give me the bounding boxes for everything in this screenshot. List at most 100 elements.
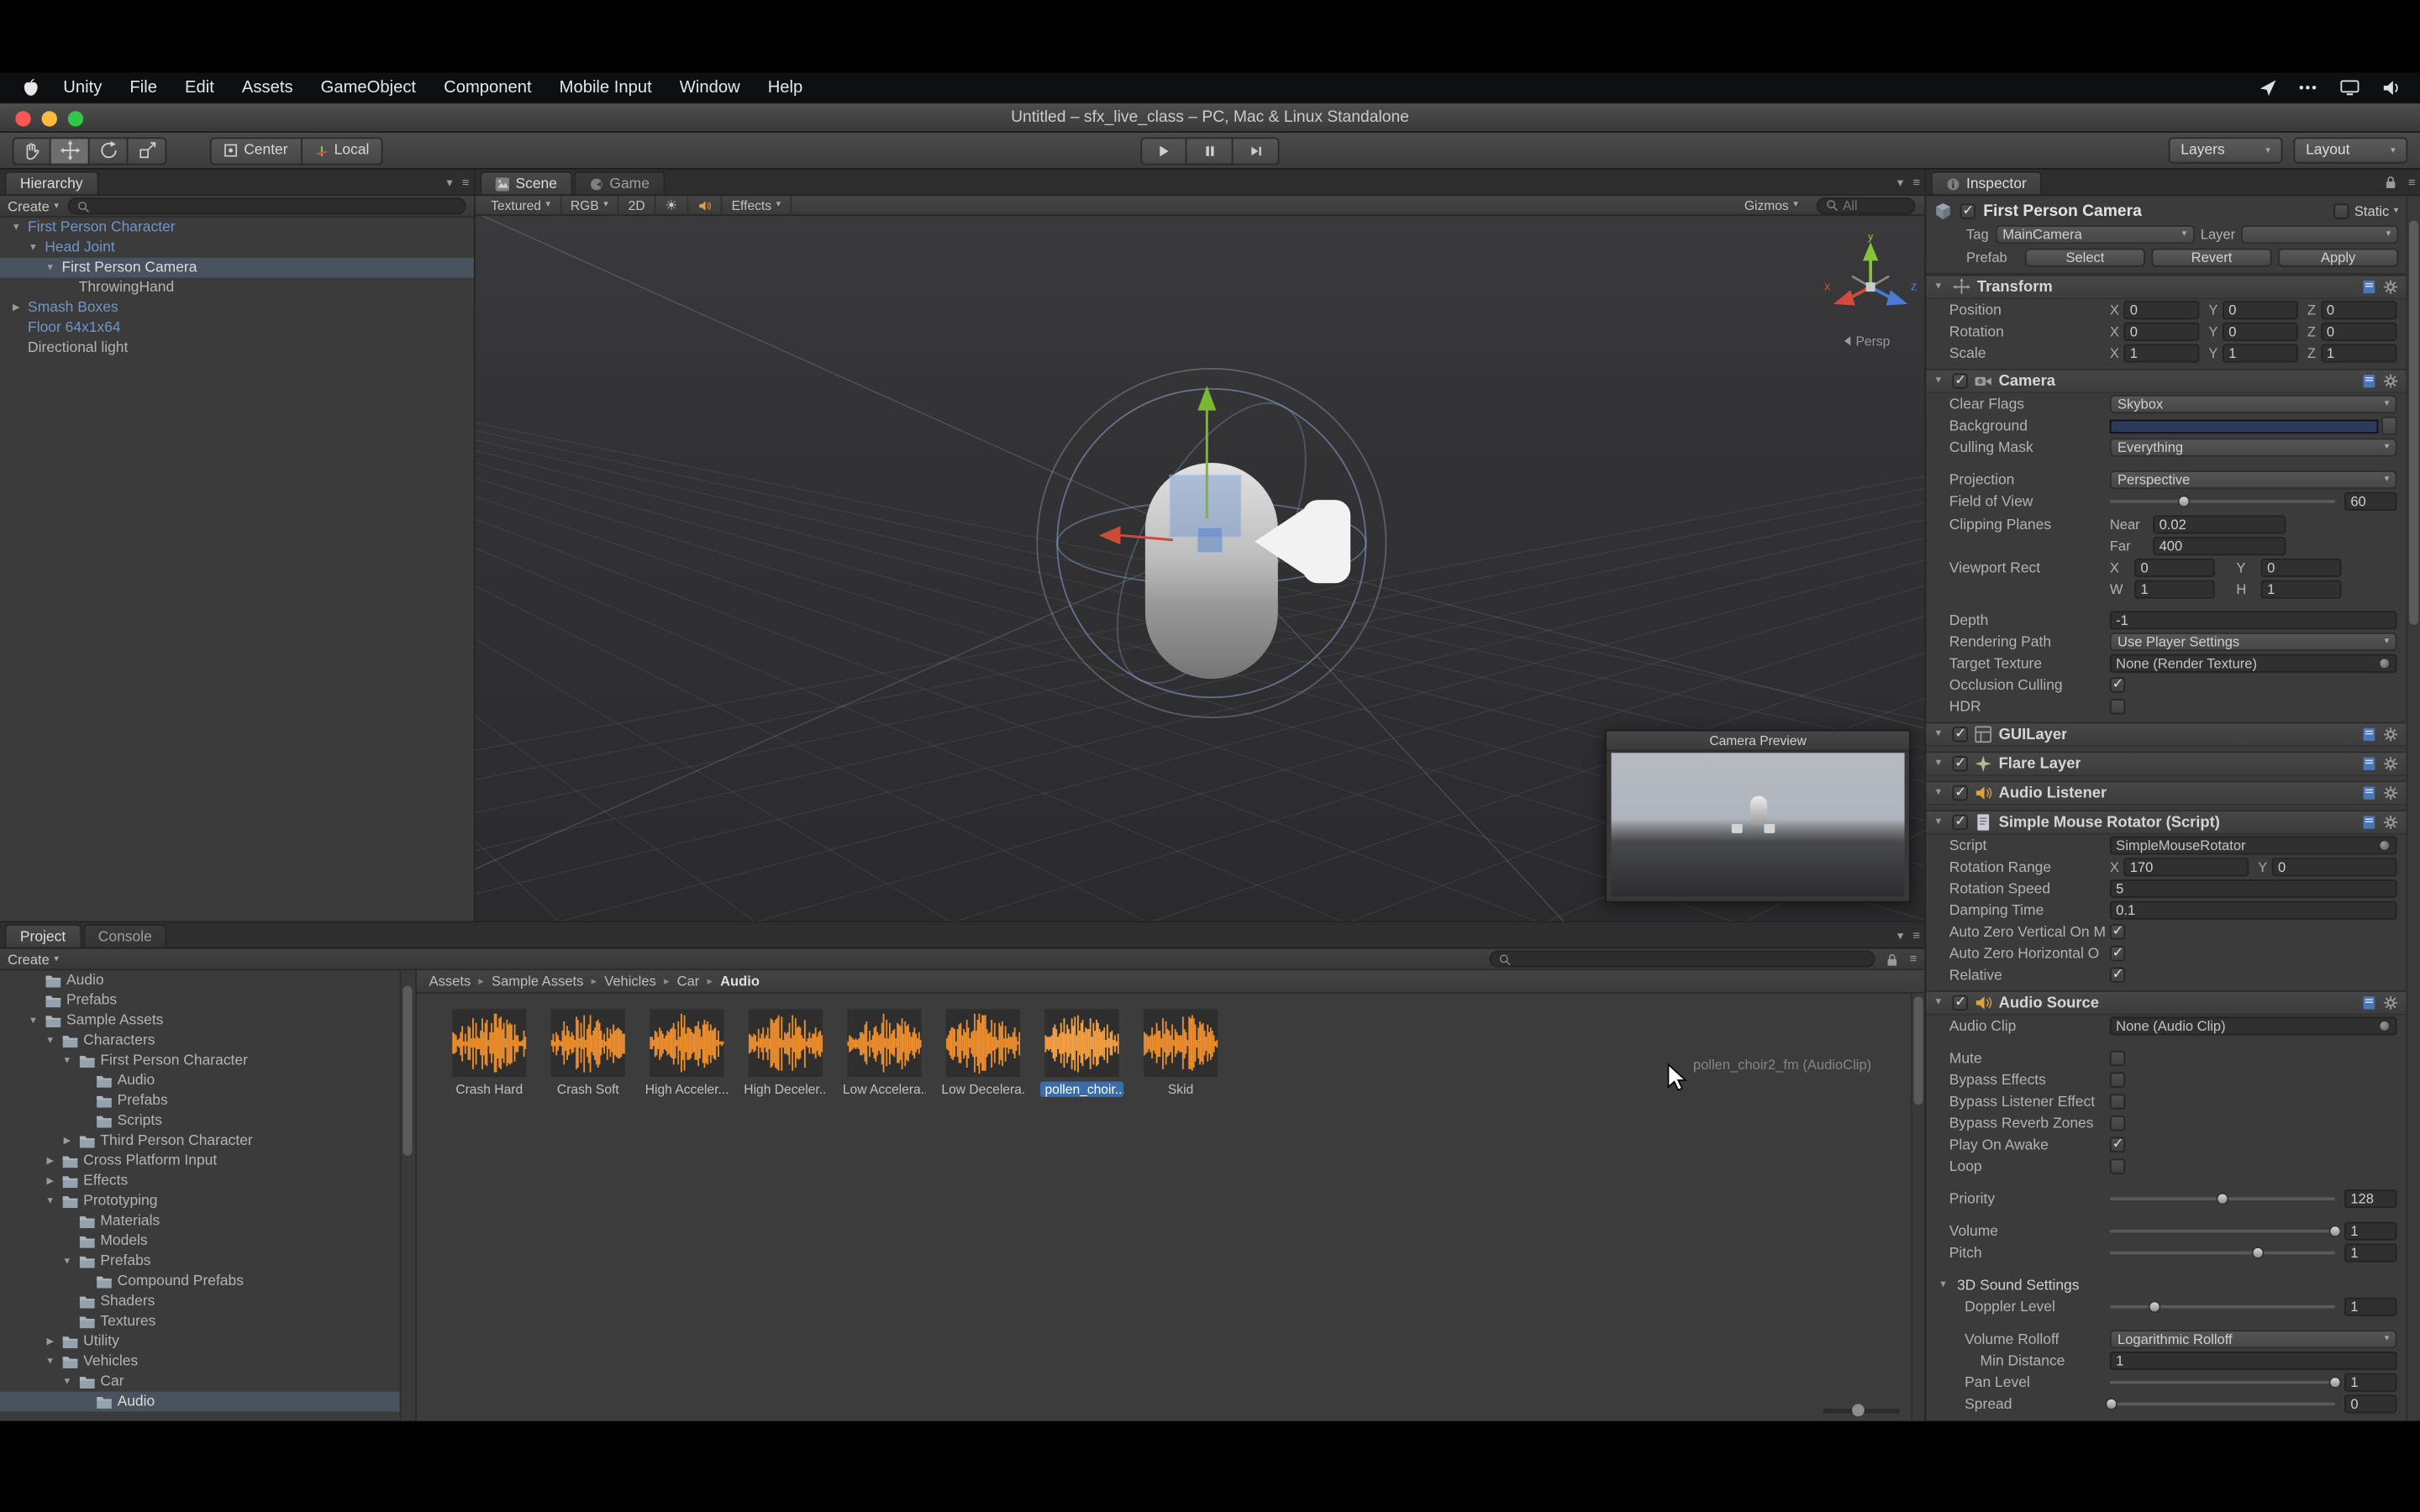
- step-button[interactable]: [1234, 137, 1280, 165]
- project-folder[interactable]: ▶Effects: [0, 1171, 400, 1191]
- prefab-select-button[interactable]: Select: [2025, 249, 2145, 267]
- foldout-open-icon[interactable]: ▼: [1939, 1280, 1951, 1289]
- zoom-window-button[interactable]: [68, 111, 83, 126]
- project-search-input[interactable]: [1490, 950, 1876, 967]
- gear-icon[interactable]: [2383, 727, 2398, 742]
- project-folder[interactable]: ▼First Person Character: [0, 1051, 400, 1071]
- project-folder[interactable]: Prefabs: [0, 990, 400, 1011]
- checkbox[interactable]: [1952, 785, 1967, 801]
- scene-orientation-gizmo[interactable]: y x z: [1821, 234, 1920, 333]
- active-checkbox[interactable]: [1960, 203, 1975, 218]
- checkbox[interactable]: [1952, 756, 1967, 771]
- slider-knob[interactable]: [2217, 1193, 2229, 1205]
- menu-item[interactable]: Assets: [228, 79, 307, 97]
- asset-item[interactable]: pollen_choir...: [1044, 1009, 1121, 1097]
- move-tool-button[interactable]: [51, 137, 90, 165]
- menu-item[interactable]: File: [116, 79, 171, 97]
- property-dropdown[interactable]: Logarithmic Rolloff▾: [2110, 1330, 2397, 1348]
- x-axis-cone[interactable]: [1833, 290, 1855, 305]
- static-dropdown[interactable]: Static ▾: [2334, 203, 2398, 218]
- breadcrumb-item[interactable]: Car: [677, 974, 700, 989]
- scrollbar-thumb[interactable]: [2409, 221, 2418, 625]
- value-field[interactable]: 1: [2344, 1298, 2396, 1316]
- foldout-open-icon[interactable]: ▼: [60, 1257, 75, 1266]
- gear-icon[interactable]: [2383, 279, 2398, 294]
- project-folder[interactable]: Textures: [0, 1311, 400, 1331]
- project-folder[interactable]: Shaders: [0, 1291, 400, 1311]
- ellipsis-icon[interactable]: •••: [2299, 81, 2318, 96]
- hierarchy-item[interactable]: Floor 64x1x64: [0, 318, 474, 338]
- foldout-open-icon[interactable]: ▼: [60, 1377, 75, 1386]
- move-gizmo-center-handle[interactable]: [1197, 528, 1222, 552]
- help-icon[interactable]: [2361, 727, 2376, 742]
- checkbox[interactable]: [2110, 1137, 2125, 1152]
- foldout-open-icon[interactable]: ▼: [26, 243, 40, 252]
- tab-scene[interactable]: Scene: [480, 171, 572, 195]
- checkbox[interactable]: [2110, 1116, 2125, 1131]
- checkbox[interactable]: [2110, 677, 2125, 692]
- value-field[interactable]: 0: [2261, 558, 2342, 576]
- move-gizmo-x-arrow[interactable]: [1099, 526, 1121, 544]
- asset-item[interactable]: Low Accelera...: [846, 1009, 923, 1097]
- value-field[interactable]: 0: [2123, 323, 2199, 341]
- checkbox[interactable]: [2110, 968, 2125, 983]
- lock-icon[interactable]: [1885, 951, 1900, 966]
- value-field[interactable]: 1: [2223, 344, 2298, 363]
- tab-game[interactable]: Game: [574, 171, 665, 195]
- projection-mode-toggle[interactable]: Persp: [1812, 333, 1923, 349]
- panel-menu-icon[interactable]: ≡: [462, 176, 470, 190]
- thumbnail-size-slider[interactable]: [1823, 1409, 1900, 1414]
- slider-knob[interactable]: [2106, 1398, 2118, 1410]
- project-folder[interactable]: Models: [0, 1231, 400, 1252]
- component-header[interactable]: ▼Simple Mouse Rotator (Script): [1926, 811, 2406, 835]
- value-field[interactable]: 0: [2344, 1394, 2396, 1413]
- project-folder[interactable]: Scripts: [0, 1110, 400, 1131]
- slider-knob[interactable]: [2329, 1376, 2342, 1389]
- prefab-revert-button[interactable]: Revert: [2151, 249, 2271, 267]
- object-field[interactable]: SimpleMouseRotator: [2110, 837, 2397, 855]
- foldout-open-icon[interactable]: ▼: [43, 1196, 57, 1205]
- foldout-open-icon[interactable]: ▼: [1933, 789, 1946, 798]
- breadcrumb-item[interactable]: Assets: [429, 974, 471, 989]
- foldout-open-icon[interactable]: ▼: [1933, 998, 1946, 1007]
- value-field[interactable]: 0.1: [2110, 901, 2397, 920]
- layers-dropdown[interactable]: Layers▾: [2169, 137, 2283, 163]
- chevron-down-icon[interactable]: ▾: [1897, 929, 1903, 943]
- slider[interactable]: [2110, 1230, 2335, 1233]
- foldout-open-icon[interactable]: ▼: [43, 1357, 57, 1366]
- scrollbar-thumb[interactable]: [402, 986, 412, 1156]
- effects-dropdown[interactable]: Effects▾: [723, 195, 792, 215]
- property-dropdown[interactable]: Perspective▾: [2110, 470, 2397, 489]
- layer-dropdown[interactable]: ▾: [2241, 225, 2398, 244]
- value-field[interactable]: 60: [2344, 492, 2396, 511]
- slider-knob[interactable]: [2149, 1300, 2161, 1313]
- minimize-window-button[interactable]: [42, 111, 57, 126]
- project-folder[interactable]: ▶Third Person Character: [0, 1131, 400, 1151]
- lock-icon[interactable]: [2384, 175, 2399, 190]
- gameobject-name[interactable]: First Person Camera: [1983, 202, 2327, 221]
- tab-hierarchy[interactable]: Hierarchy: [5, 171, 98, 195]
- menu-item[interactable]: Window: [666, 79, 754, 97]
- value-field[interactable]: 0: [2223, 301, 2298, 319]
- foldout-open-icon[interactable]: ▼: [1933, 376, 1946, 386]
- foldout-open-icon[interactable]: ▼: [1933, 730, 1946, 739]
- lighting-toggle-button[interactable]: ☀: [655, 195, 688, 215]
- checkbox[interactable]: [2110, 699, 2125, 714]
- component-header[interactable]: ▼GUILayer: [1926, 723, 2406, 747]
- property-dropdown[interactable]: Everything▾: [2110, 438, 2397, 457]
- shading-mode-dropdown[interactable]: Textured▾: [481, 195, 561, 215]
- value-field[interactable]: 400: [2153, 536, 2286, 554]
- panel-menu-icon[interactable]: ≡: [1912, 176, 1920, 190]
- slider-knob[interactable]: [2252, 1247, 2265, 1259]
- value-field[interactable]: 1: [2123, 344, 2199, 363]
- chevron-down-icon[interactable]: ▾: [1897, 176, 1903, 190]
- color-field[interactable]: [2110, 419, 2379, 433]
- gear-icon[interactable]: [2383, 756, 2398, 771]
- slider[interactable]: [2110, 1381, 2335, 1384]
- checkbox[interactable]: [2110, 1094, 2125, 1109]
- project-folder[interactable]: ▼Characters: [0, 1031, 400, 1051]
- checkbox[interactable]: [2110, 1073, 2125, 1088]
- prefab-apply-button[interactable]: Apply: [2278, 249, 2398, 267]
- menu-item[interactable]: Mobile Input: [545, 79, 666, 97]
- menu-item[interactable]: GameObject: [307, 79, 429, 97]
